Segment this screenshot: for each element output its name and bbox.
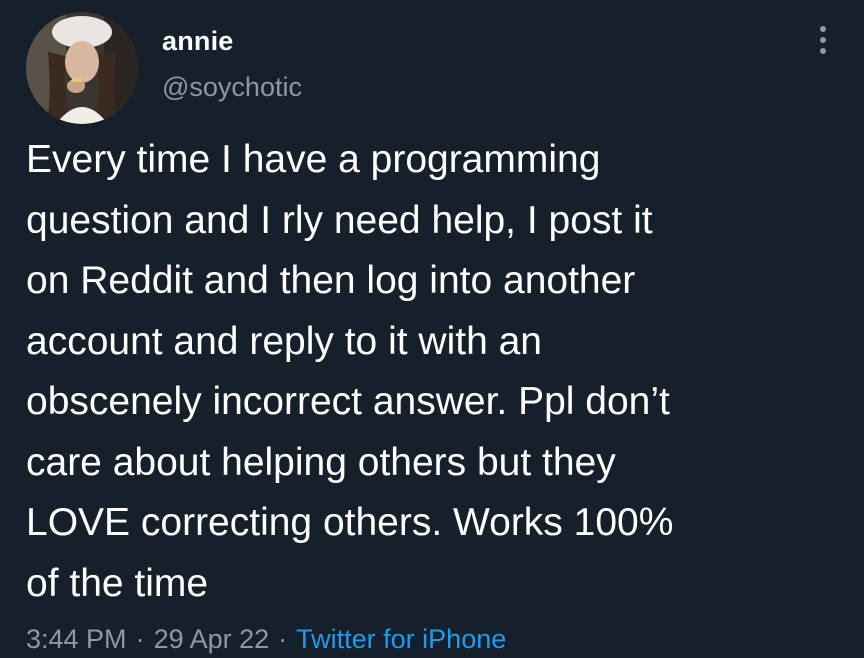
tweet-source-link[interactable]: Twitter for iPhone [296,624,506,655]
tweet-card: annie @soychotic Every time I have a pro… [0,0,864,658]
meta-separator: · [278,624,288,654]
tweet-meta: 3:44 PM · 29 Apr 22 · Twitter for iPhone [26,624,506,655]
display-name[interactable]: annie [162,26,234,57]
meta-separator: · [135,624,145,654]
user-handle[interactable]: @soychotic [162,72,302,103]
tweet-text: Every time I have a programming question… [26,138,674,605]
tweet-time[interactable]: 3:44 PM [26,624,127,655]
profile-photo-icon [26,12,138,124]
more-options-button[interactable] [806,18,840,62]
tweet-date[interactable]: 29 Apr 22 [154,624,270,655]
avatar[interactable] [26,12,138,124]
